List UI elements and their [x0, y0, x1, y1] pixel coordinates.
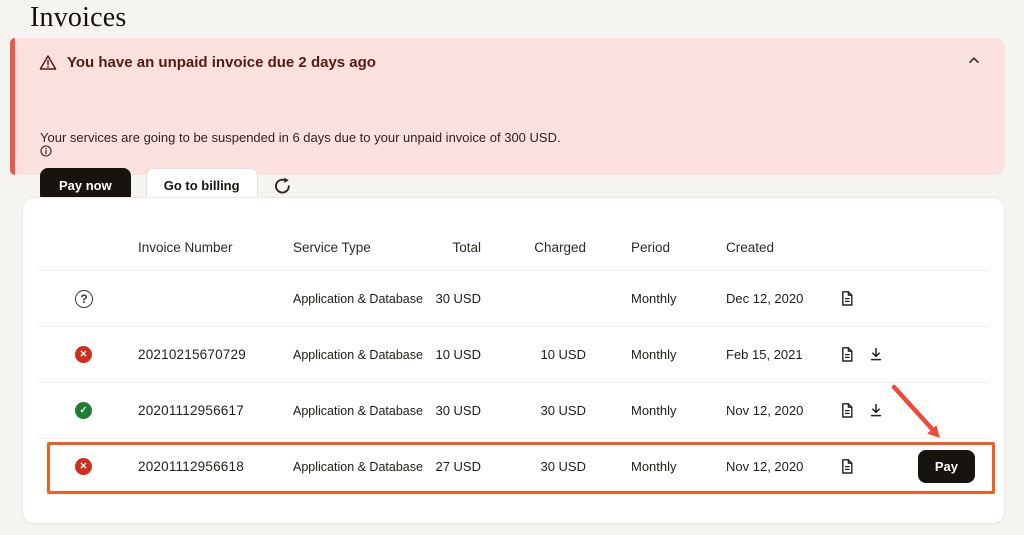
document-icon[interactable] [839, 458, 855, 475]
chevron-up-icon[interactable] [967, 54, 981, 66]
alert-title: You have an unpaid invoice due 2 days ag… [67, 54, 376, 71]
page-title: Invoices [30, 2, 126, 34]
table-row: ✕ 20210215670729 Application & Database … [38, 326, 989, 382]
header-service-type: Service Type [293, 240, 423, 255]
total-cell: 30 USD [423, 403, 481, 418]
total-cell: 30 USD [423, 291, 481, 306]
total-cell: 10 USD [423, 347, 481, 362]
charged-cell: 30 USD [481, 403, 586, 418]
status-failed-icon: ✕ [75, 346, 92, 363]
invoice-number-cell: 20201112956617 [138, 403, 293, 418]
created-cell: Feb 15, 2021 [726, 347, 839, 362]
charged-cell: 30 USD [481, 459, 586, 474]
status-failed-icon: ✕ [75, 458, 92, 475]
unpaid-invoice-alert: You have an unpaid invoice due 2 days ag… [10, 38, 1005, 175]
document-icon[interactable] [839, 346, 855, 363]
refresh-icon[interactable] [273, 176, 292, 195]
header-created: Created [726, 240, 839, 255]
period-cell: Monthly [586, 291, 726, 306]
table-row: ✓ 20201112956617 Application & Database … [38, 382, 989, 438]
table-header-row: Invoice Number Service Type Total Charge… [38, 198, 989, 270]
pay-cell: Pay [909, 450, 989, 483]
invoice-number-cell: 20210215670729 [138, 347, 293, 362]
invoices-page: Invoices You have an unpaid invoice due … [0, 0, 1024, 535]
header-invoice-number: Invoice Number [138, 240, 293, 255]
alert-body-text: Your services are going to be suspended … [40, 130, 561, 145]
pay-button[interactable]: Pay [918, 450, 975, 483]
info-icon[interactable] [40, 145, 564, 157]
status-cell: ✓ [41, 402, 138, 419]
service-type-cell: Application & Database [293, 460, 423, 474]
charged-cell: 10 USD [481, 347, 586, 362]
status-cell: ✕ [41, 458, 138, 475]
status-cell: ? [41, 290, 138, 308]
actions-cell [839, 402, 909, 419]
warning-triangle-icon [39, 54, 57, 71]
period-cell: Monthly [586, 459, 726, 474]
table-row-highlighted: ✕ 20201112956618 Application & Database … [38, 438, 989, 494]
header-period: Period [586, 240, 726, 255]
header-total: Total [423, 240, 481, 255]
status-unknown-icon[interactable]: ? [75, 290, 93, 308]
document-icon[interactable] [839, 290, 855, 307]
created-cell: Nov 12, 2020 [726, 403, 839, 418]
invoice-number-cell: 20201112956618 [138, 459, 293, 474]
alert-header: You have an unpaid invoice due 2 days ag… [39, 54, 376, 71]
created-cell: Dec 12, 2020 [726, 291, 839, 306]
period-cell: Monthly [586, 403, 726, 418]
table-row: ? Application & Database 30 USD Monthly … [38, 270, 989, 326]
total-cell: 27 USD [423, 459, 481, 474]
created-cell: Nov 12, 2020 [726, 459, 839, 474]
invoices-table-card: Invoice Number Service Type Total Charge… [22, 197, 1005, 524]
service-type-cell: Application & Database [293, 292, 423, 306]
header-charged: Charged [481, 240, 586, 255]
actions-cell [839, 458, 909, 475]
status-paid-icon: ✓ [75, 402, 92, 419]
actions-cell [839, 290, 909, 307]
service-type-cell: Application & Database [293, 348, 423, 362]
download-icon[interactable] [868, 346, 884, 363]
period-cell: Monthly [586, 347, 726, 362]
download-icon[interactable] [868, 402, 884, 419]
status-cell: ✕ [41, 346, 138, 363]
document-icon[interactable] [839, 402, 855, 419]
service-type-cell: Application & Database [293, 404, 423, 418]
alert-body: Your services are going to be suspended … [40, 126, 564, 157]
actions-cell [839, 346, 909, 363]
